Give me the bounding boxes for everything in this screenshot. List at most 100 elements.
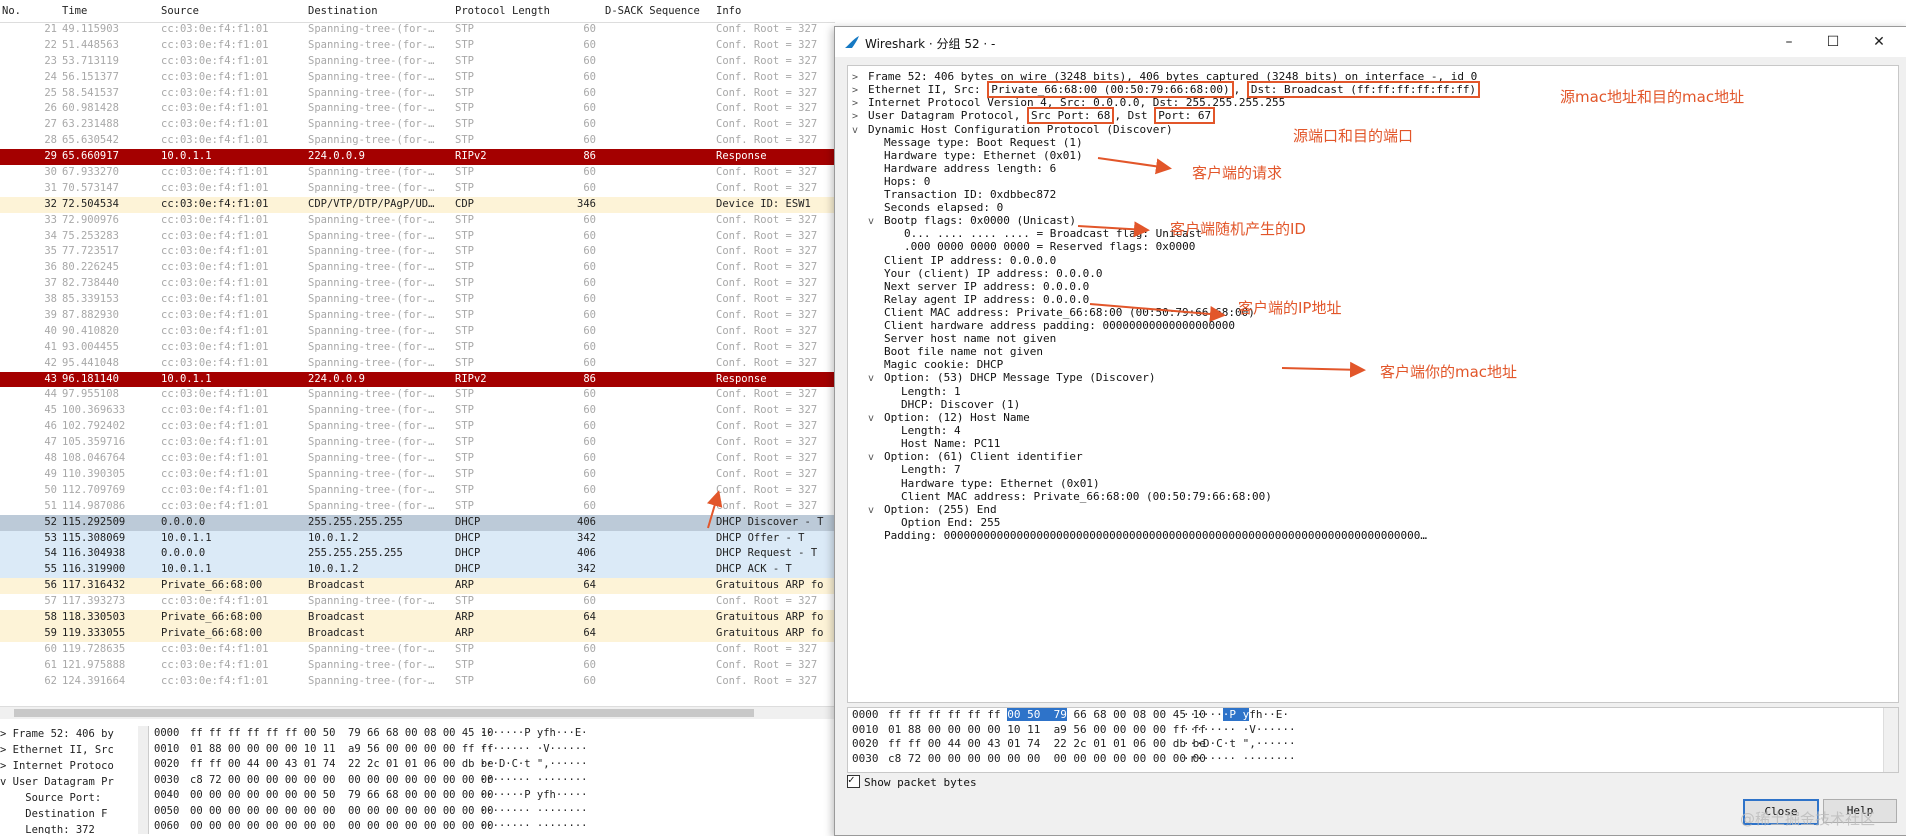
col-length[interactable]: Length [512, 5, 550, 17]
tree-line[interactable]: v User Datagram Pr [0, 774, 148, 790]
hex-pre: c8 72 00 00 00 00 00 00 00 00 00 00 00 0… [888, 751, 1206, 765]
tree-line[interactable]: Source Port: [0, 790, 148, 806]
collapse-arrow-icon[interactable]: v [852, 123, 868, 139]
packet-row[interactable]: 24 56.151377 cc:03:0e:f4:f1:01 Spanning-tre… [0, 70, 835, 86]
packet-row[interactable]: 52 115.292509 0.0.0.0 255.255.255.255 DHCP 40… [0, 514, 835, 531]
cell-dst: Spanning-tree-(for-… [308, 102, 435, 115]
packet-row[interactable]: 51 114.987086 cc:03:0e:f4:f1:01 Spanning-tr… [0, 499, 835, 515]
packet-row[interactable]: 32 72.504534 cc:03:0e:f4:f1:01 CDP/VTP/DTP/… [0, 196, 835, 213]
packet-row[interactable]: 31 70.573147 cc:03:0e:f4:f1:01 Spanning-tre… [0, 181, 835, 197]
packet-row[interactable]: 26 60.981428 cc:03:0e:f4:f1:01 Spanning-tre… [0, 101, 835, 117]
collapse-arrow-icon[interactable]: v [868, 503, 884, 519]
tree-line[interactable]: Destination F [0, 806, 148, 822]
packet-row[interactable]: 38 85.339153 cc:03:0e:f4:f1:01 Spanning-tre… [0, 292, 835, 308]
cell-src: cc:03:0e:f4:f1:01 [161, 118, 269, 131]
tree-line[interactable]: Length: 372 [0, 822, 148, 834]
packet-row[interactable]: 27 63.231488 cc:03:0e:f4:f1:01 Spanning-tre… [0, 117, 835, 133]
cell-dst: 10.0.1.2 [308, 563, 359, 576]
packet-row[interactable]: 44 97.955108 cc:03:0e:f4:f1:01 Spanning-tre… [0, 387, 835, 403]
cell-time: 53.713119 [62, 54, 119, 67]
packet-row[interactable]: 42 95.441048 cc:03:0e:f4:f1:01 Spanning-tre… [0, 356, 835, 372]
packet-row[interactable]: 30 67.933270 cc:03:0e:f4:f1:01 Spanning-tre… [0, 165, 835, 181]
cell-no: 33 [44, 213, 57, 226]
col-dsack[interactable]: D-SACK Sequence [605, 5, 700, 17]
packet-row[interactable]: 49 110.390305 cc:03:0e:f4:f1:01 Spanning-tr… [0, 467, 835, 483]
cell-proto: DHCP [455, 515, 481, 528]
packet-row[interactable]: 37 82.738440 cc:03:0e:f4:f1:01 Spanning-tre… [0, 276, 835, 292]
packet-row[interactable]: 22 51.448563 cc:03:0e:f4:f1:01 Spanning-tre… [0, 38, 835, 54]
cell-no: 37 [44, 277, 57, 290]
packet-row[interactable]: 47 105.359716 cc:03:0e:f4:f1:01 Spanning-tr… [0, 435, 835, 451]
col-info[interactable]: Info [716, 5, 741, 17]
cell-time: 65.660917 [62, 150, 119, 163]
cell-info: Conf. Root = 327 [716, 324, 818, 337]
cell-proto: ARP [455, 626, 474, 639]
tree-line[interactable]: > Ethernet II, Src [0, 742, 148, 758]
packet-row[interactable]: 46 102.792402 cc:03:0e:f4:f1:01 Spanning-tr… [0, 419, 835, 435]
packet-row[interactable]: 58 118.330503 Private_66:68:00 Broadcast ARP… [0, 609, 835, 626]
packet-row[interactable]: 40 90.410820 cc:03:0e:f4:f1:01 Spanning-tre… [0, 324, 835, 340]
bottom-tree-scrollbar[interactable] [138, 726, 148, 834]
cell-no: 54 [44, 547, 57, 560]
packet-row[interactable]: 35 77.723517 cc:03:0e:f4:f1:01 Spanning-tre… [0, 244, 835, 260]
cell-src: 10.0.1.1 [161, 372, 212, 385]
packet-row[interactable]: 57 117.393273 cc:03:0e:f4:f1:01 Spanning-tr… [0, 594, 835, 610]
dialog-titlebar[interactable]: Wireshark · 分组 52 · - – ☐ ✕ [835, 27, 1906, 57]
packet-row[interactable]: 39 87.882930 cc:03:0e:f4:f1:01 Spanning-tre… [0, 308, 835, 324]
maximize-button[interactable]: ☐ [1815, 31, 1851, 53]
collapse-arrow-icon[interactable]: v [868, 450, 884, 466]
col-destination[interactable]: Destination [308, 5, 378, 17]
scrollbar-thumb[interactable] [14, 709, 754, 717]
cell-len: 60 [583, 38, 596, 51]
packet-row[interactable]: 60 119.728635 cc:03:0e:f4:f1:01 Spanning-tr… [0, 642, 835, 658]
col-no[interactable]: No. [2, 5, 21, 17]
packet-row[interactable]: 53 115.308069 10.0.1.1 10.0.1.2 DHCP 342 DHCP … [0, 530, 835, 547]
packet-row[interactable]: 56 117.316432 Private_66:68:00 Broadcast ARP… [0, 578, 835, 595]
tree-line[interactable]: > Frame 52: 406 by [0, 726, 148, 742]
checkbox-checked-icon[interactable] [847, 773, 860, 788]
cell-no: 55 [44, 563, 57, 576]
cell-info: Conf. Root = 327 [716, 674, 818, 687]
packet-row[interactable]: 54 116.304938 0.0.0.0 255.255.255.255 DHCP 40… [0, 546, 835, 563]
packet-row[interactable]: 41 93.004455 cc:03:0e:f4:f1:01 Spanning-tre… [0, 340, 835, 356]
field-padding[interactable]: Padding: 0000000000000000000000000000000… [884, 528, 1427, 544]
col-time[interactable]: Time [62, 5, 87, 17]
collapse-arrow-icon[interactable]: v [868, 214, 884, 230]
packet-row[interactable]: 61 121.975888 cc:03:0e:f4:f1:01 Spanning-tr… [0, 658, 835, 674]
col-protocol[interactable]: Protocol [455, 5, 506, 17]
hex-vscrollbar[interactable] [1883, 708, 1898, 772]
minimize-button[interactable]: – [1771, 31, 1807, 53]
packet-row[interactable]: 25 58.541537 cc:03:0e:f4:f1:01 Spanning-tre… [0, 86, 835, 102]
packet-row[interactable]: 33 72.900976 cc:03:0e:f4:f1:01 Spanning-tre… [0, 213, 835, 229]
show-bytes-checkbox[interactable]: Show packet bytes [847, 773, 977, 789]
hex-hex: 00 00 00 00 00 00 00 00 00 00 00 00 00 0… [190, 804, 494, 817]
col-source[interactable]: Source [161, 5, 199, 17]
packet-row[interactable]: 28 65.630542 cc:03:0e:f4:f1:01 Spanning-tre… [0, 133, 835, 149]
packet-row[interactable]: 59 119.333055 Private_66:68:00 Broadcast ARP… [0, 625, 835, 642]
collapse-arrow-icon[interactable]: v [868, 371, 884, 387]
cell-len: 60 [583, 23, 596, 35]
packet-row[interactable]: 45 100.369633 cc:03:0e:f4:f1:01 Spanning-tr… [0, 403, 835, 419]
packet-row[interactable]: 62 124.391664 cc:03:0e:f4:f1:01 Spanning-tr… [0, 674, 835, 690]
cell-no: 21 [44, 23, 57, 35]
packet-row[interactable]: 34 75.253283 cc:03:0e:f4:f1:01 Spanning-tre… [0, 229, 835, 245]
cell-dst: Spanning-tree-(for-… [308, 499, 435, 512]
close-window-button[interactable]: ✕ [1861, 31, 1897, 53]
packet-row[interactable]: 48 108.046764 cc:03:0e:f4:f1:01 Spanning-tr… [0, 451, 835, 467]
packet-row[interactable]: 36 80.226245 cc:03:0e:f4:f1:01 Spanning-tre… [0, 260, 835, 276]
packet-bytes-pane[interactable]: 0000 ff ff ff ff ff ff 00 50 79 66 68 00 … [847, 707, 1899, 773]
packet-row[interactable]: 55 116.319900 10.0.1.1 10.0.1.2 DHCP 342 DHCP … [0, 562, 835, 579]
packet-row[interactable]: 21 49.115903 cc:03:0e:f4:f1:01 Spanning-tre… [0, 22, 835, 38]
packet-row[interactable]: 43 96.181140 10.0.1.1 224.0.0.9 RIPv2 86 Respo… [0, 371, 835, 388]
tree-line[interactable]: > Internet Protoco [0, 758, 148, 774]
packet-row[interactable]: 29 65.660917 10.0.1.1 224.0.0.9 RIPv2 86 Respo… [0, 149, 835, 166]
hex-ascii: ·······P yfh··E· [1183, 708, 1289, 723]
cell-time: 112.709769 [62, 483, 126, 496]
collapse-arrow-icon[interactable]: v [868, 411, 884, 427]
cell-info: Conf. Root = 327 [716, 658, 818, 671]
packet-row[interactable]: 50 112.709769 cc:03:0e:f4:f1:01 Spanning-tr… [0, 483, 835, 499]
cell-proto: STP [455, 102, 474, 115]
packet-row[interactable]: 23 53.713119 cc:03:0e:f4:f1:01 Spanning-tre… [0, 54, 835, 70]
packet-list-hscrollbar[interactable] [0, 706, 835, 719]
dialog-hex-line: 0010 01 88 00 00 00 00 10 11 a9 56 00 00 … [848, 723, 1898, 738]
